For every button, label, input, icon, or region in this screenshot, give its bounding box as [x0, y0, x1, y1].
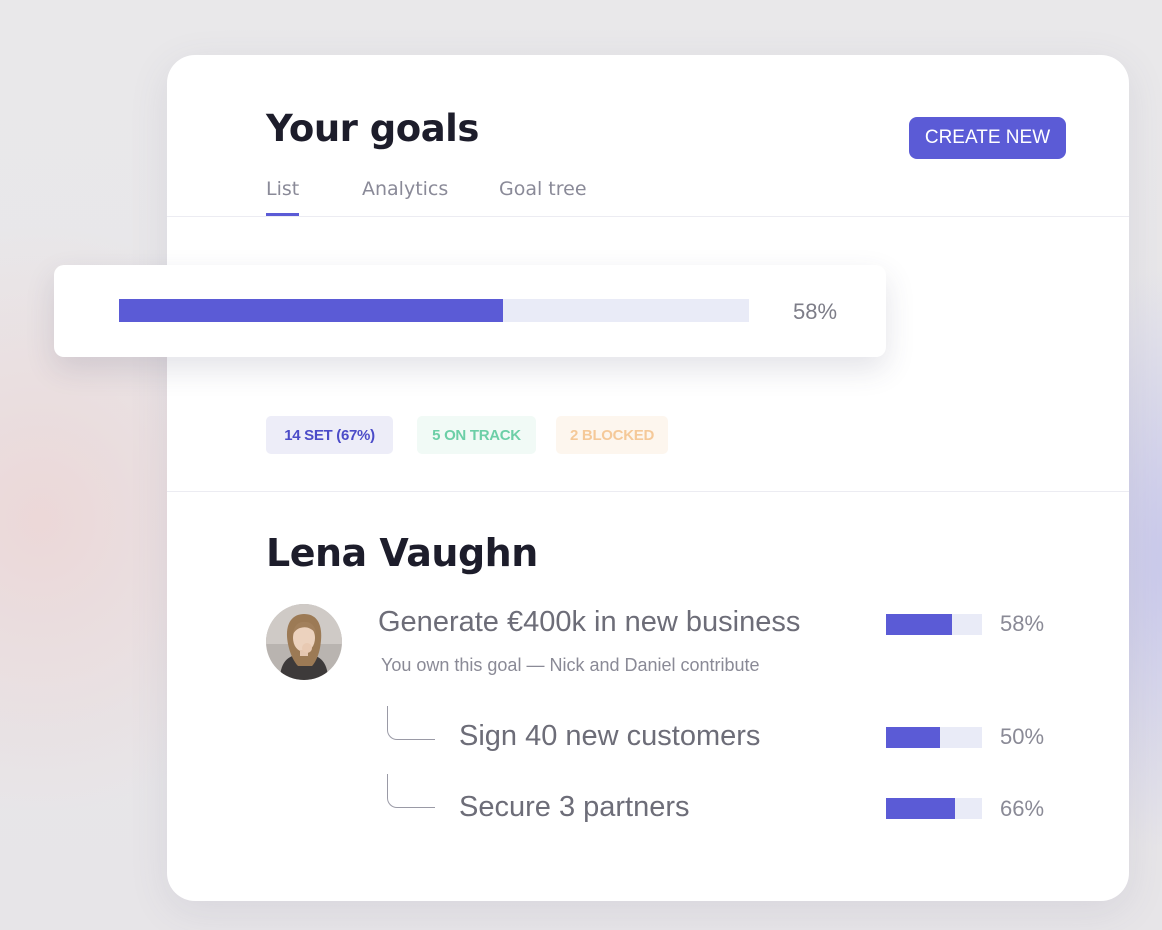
subgoal-progress-fill [886, 798, 956, 819]
page-title: Your goals [266, 107, 479, 150]
main-goal-progress-fill [886, 614, 953, 635]
avatar[interactable] [266, 604, 342, 680]
tab-goal-tree[interactable]: Goal tree [499, 178, 587, 200]
overall-progress-track [119, 299, 749, 322]
overall-progress-fill [119, 299, 504, 322]
person-name: Lena Vaughn [266, 531, 538, 575]
subgoal-percent: 50% [1000, 724, 1045, 749]
main-goal-note: You own this goal — Nick and Daniel cont… [381, 655, 760, 675]
subgoal-progress-track [886, 798, 982, 819]
subgoal-title[interactable]: Secure 3 partners [459, 791, 690, 824]
tab-analytics[interactable]: Analytics [362, 178, 448, 200]
goals-card: Your goals CREATE NEW List Analytics Goa… [167, 55, 1129, 901]
subgoal-connector [387, 774, 435, 808]
main-goal-title[interactable]: Generate €400k in new business [378, 606, 800, 639]
subgoal-title[interactable]: Sign 40 new customers [459, 720, 760, 753]
overall-progress-percent: 58% [793, 299, 838, 324]
status-badge-on-track[interactable]: 5 ON TRACK [417, 416, 536, 454]
subgoal-connector [387, 706, 435, 740]
subgoal-progress-fill [886, 727, 940, 748]
section-divider [167, 491, 1129, 492]
main-goal-progress-track [886, 614, 982, 635]
create-new-button[interactable]: CREATE NEW [909, 117, 1066, 159]
person-photo-icon [266, 604, 342, 680]
subgoal-progress-track [886, 727, 982, 748]
status-badge-blocked[interactable]: 2 BLOCKED [556, 416, 668, 454]
main-goal-percent: 58% [1000, 611, 1045, 636]
overall-progress-card: 58% [54, 265, 886, 357]
status-badge-set[interactable]: 14 SET (67%) [266, 416, 393, 454]
tab-list[interactable]: List [266, 178, 300, 216]
subgoal-percent: 66% [1000, 796, 1045, 821]
header-divider [167, 216, 1129, 217]
